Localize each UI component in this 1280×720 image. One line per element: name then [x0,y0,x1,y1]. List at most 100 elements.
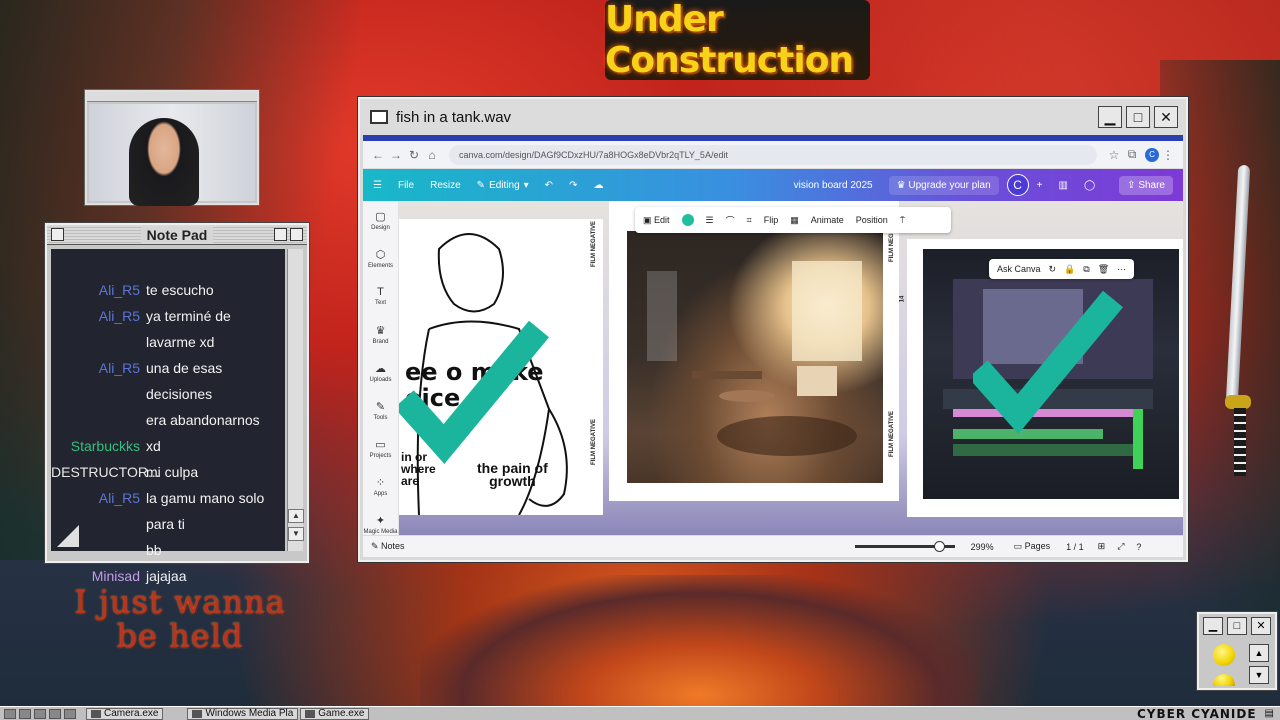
resize-button[interactable]: Resize [430,180,461,191]
insights-icon[interactable]: ▥ [1058,180,1067,191]
quick-launch-icon[interactable] [49,708,61,719]
notepad-title-bar[interactable]: Note Pad [47,225,307,245]
notepad-close-button[interactable] [51,228,64,241]
editor-screenshot[interactable] [923,249,1179,499]
smiley-close-button[interactable]: ✕ [1251,617,1271,635]
corner-rounding-icon[interactable]: ⌒ [726,214,735,227]
interior-drawing [647,261,862,456]
chat-username[interactable]: Ali_R5 [51,277,146,303]
smiley-minimize-button[interactable]: ▁ [1203,617,1223,635]
side-nav-elements[interactable]: ⬡ Elements [363,239,398,277]
design-canvas[interactable]: ee o make oice in or where are the pain … [399,201,1183,535]
profile-avatar[interactable]: C [1145,147,1159,162]
chat-username[interactable]: Ali_R5 [51,355,146,407]
side-nav-design[interactable]: ▢ Design [363,201,398,239]
share-button[interactable]: ⇪ Share [1119,175,1173,195]
add-collaborator-icon[interactable]: + [1037,180,1043,191]
flip-button[interactable]: Flip [764,215,779,225]
chat-username[interactable]: DESTRUCTOR... [51,459,160,485]
file-menu[interactable]: File [398,180,414,191]
editing-dropdown[interactable]: ✎ Editing ▾ [477,180,529,191]
taskbar-item-camera[interactable]: Camera.exe [86,707,164,720]
start-icon[interactable] [4,708,16,719]
paint-format-icon[interactable]: ⍑ [900,215,905,226]
grid-view-icon[interactable]: ⊞ [1098,541,1106,552]
home-icon[interactable]: ⌂ [423,148,441,162]
notepad-minimize-button[interactable] [274,228,287,241]
transparency-icon[interactable]: ▦ [790,215,799,226]
notes-button[interactable]: ✎ Notes [371,541,405,552]
zoom-value[interactable]: 299% [971,542,994,552]
sketch-image[interactable]: ee o make oice in or where are the pain … [399,219,603,515]
chat-username[interactable]: Starbuckks [51,433,146,459]
extensions-icon[interactable]: ⧉ [1123,147,1141,162]
user-avatar[interactable]: C [1006,174,1029,196]
cloud-save-icon[interactable]: ☁ [593,180,603,191]
game-app-icon [305,709,316,718]
smiley-maximize-button[interactable]: □ [1227,617,1247,635]
side-nav-text[interactable]: T Text [363,277,398,315]
browser-menu-icon[interactable]: ⋮ [1159,148,1177,162]
document-title[interactable]: vision board 2025 [794,180,873,191]
quick-launch-icon[interactable] [19,708,31,719]
background-mountain [420,575,980,720]
side-nav-brand[interactable]: ♛ Brand [363,315,398,353]
resize-grip[interactable] [57,525,79,547]
chat-username[interactable]: Ali_R5 [51,303,146,355]
fullscreen-icon[interactable]: ⤢ [1117,541,1124,552]
notepad-scrollbar[interactable]: ▲ ▼ [287,249,304,551]
taskbar: Camera.exe Windows Media Pla Game.exe CY… [0,706,1280,720]
interior-photo[interactable] [627,231,883,483]
ask-canva-button[interactable]: Ask Canva [997,264,1041,274]
smiley-scroll-up[interactable]: ▲ [1249,644,1269,662]
taskbar-item-game[interactable]: Game.exe [300,707,370,720]
zoom-slider[interactable] [854,541,955,552]
animate-button[interactable]: Animate [811,215,844,225]
delete-icon[interactable]: 🗑 [1098,264,1109,275]
taskbar-item-media-player[interactable]: Windows Media Pla [187,707,299,720]
scroll-up-arrow[interactable]: ▲ [288,509,304,523]
side-nav-tools[interactable]: ✎ Tools [363,391,398,429]
chat-username[interactable] [51,407,146,433]
color-swatch[interactable] [681,214,694,226]
forward-icon[interactable]: → [387,148,405,162]
webcam-title-bar[interactable] [87,92,257,102]
undo-icon[interactable]: ↶ [545,180,553,191]
redo-icon[interactable]: ↷ [569,180,577,191]
quick-launch-icon[interactable] [64,708,76,719]
window-maximize-button[interactable]: □ [1126,106,1150,128]
side-nav-projects[interactable]: ▭ Projects [363,429,398,467]
border-style-icon[interactable]: ☰ [706,215,714,226]
tray-icon[interactable]: ▤ [1265,708,1274,719]
smiley-window: ▁ □ ✕ ▲ ▼ [1197,612,1277,690]
notepad-maximize-button[interactable] [290,228,303,241]
rotate-icon[interactable]: ↻ [1049,264,1057,275]
side-nav-apps[interactable]: ⁘ Apps [363,467,398,505]
star-icon[interactable]: ☆ [1105,148,1123,162]
upgrade-button[interactable]: ♛ Upgrade your plan [888,175,999,195]
lock-icon[interactable]: 🔒 [1064,264,1075,275]
media-player-icon [192,709,203,718]
window-minimize-button[interactable]: ▁ [1098,106,1122,128]
help-icon[interactable]: ? [1136,542,1141,552]
smiley-scroll-down[interactable]: ▼ [1249,666,1269,684]
canva-menu-icon[interactable]: ☰ [373,180,382,191]
caption-line-1: I just wanna [74,583,286,621]
pages-button[interactable]: ▭ Pages [1014,541,1051,552]
crop-icon[interactable]: ⌗ [747,215,752,226]
film-negative-label: FILM NEGATIVE [888,411,895,457]
back-icon[interactable]: ← [369,148,387,162]
more-icon[interactable]: ⋯ [1117,264,1126,275]
edit-button[interactable]: ▣ Edit [643,215,670,226]
main-window-title-bar[interactable]: fish in a tank.wav [360,99,1186,135]
window-close-button[interactable]: ✕ [1154,106,1178,128]
quick-launch-icon[interactable] [34,708,46,719]
position-button[interactable]: Position [856,215,888,225]
reload-icon[interactable]: ↻ [405,148,423,162]
scroll-down-arrow[interactable]: ▼ [288,527,304,541]
address-bar[interactable]: canva.com/design/DAGf9CDxzHU/7a8HOGx8eDV… [449,144,1097,165]
comments-icon[interactable]: ◯ [1084,180,1095,191]
duplicate-icon[interactable]: ⧉ [1083,264,1089,275]
side-nav-uploads[interactable]: ☁ Uploads [363,353,398,391]
zoom-knob[interactable] [933,541,945,552]
